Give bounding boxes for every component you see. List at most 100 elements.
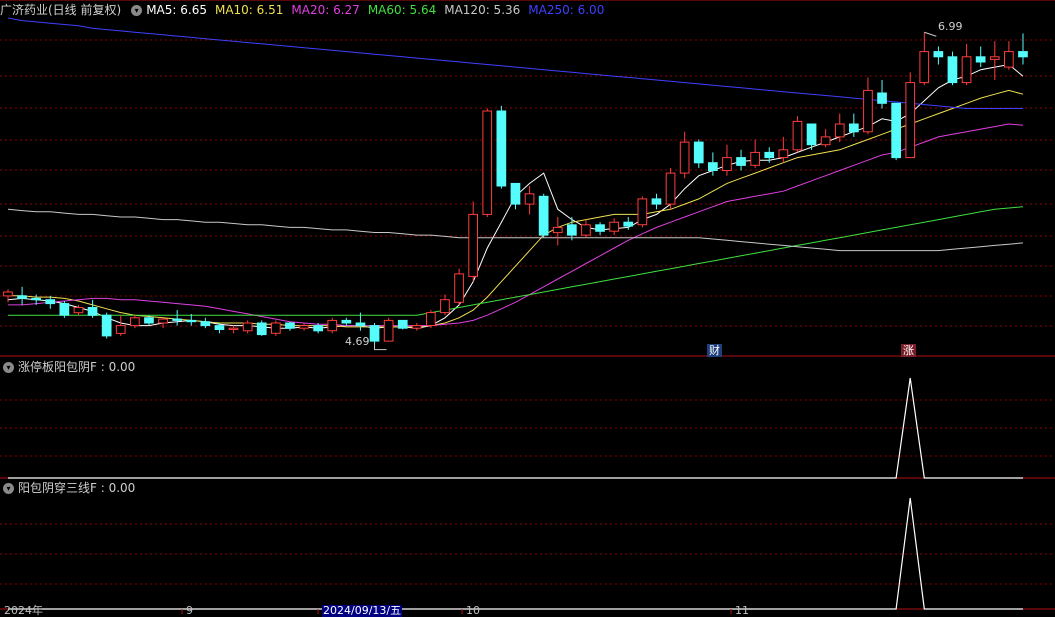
candle[interactable]: [947, 51, 958, 86]
candle[interactable]: [172, 310, 183, 326]
candle-body: [17, 295, 27, 299]
candle-body: [778, 149, 789, 159]
candle[interactable]: [736, 149, 746, 171]
candle[interactable]: [242, 320, 253, 334]
candle-body: [1018, 51, 1028, 58]
candle-body: [961, 56, 972, 84]
candle[interactable]: [552, 217, 563, 246]
low-pointer: [374, 343, 387, 351]
candle-body: [891, 102, 901, 159]
candle[interactable]: [891, 102, 901, 161]
candle[interactable]: [595, 222, 605, 236]
candle[interactable]: [468, 201, 478, 282]
candle[interactable]: [693, 139, 704, 168]
candle[interactable]: [327, 317, 338, 334]
ma-legend-2: MA20: 6.27: [291, 3, 360, 17]
candle[interactable]: [609, 218, 619, 236]
candle[interactable]: [1004, 41, 1014, 70]
chevron-down-icon[interactable]: ▾: [131, 4, 143, 16]
candle[interactable]: [369, 322, 380, 344]
low-price-label: 4.69: [345, 335, 370, 348]
candle-body: [130, 317, 140, 327]
candle[interactable]: [59, 301, 70, 318]
candle[interactable]: [426, 310, 436, 329]
chevron-down-icon[interactable]: ▾: [3, 482, 14, 494]
candle[interactable]: [256, 320, 267, 336]
candle[interactable]: [397, 319, 408, 330]
candle-body: [581, 224, 591, 236]
limit-up-badge[interactable]: 涨: [901, 344, 916, 357]
candle[interactable]: [778, 136, 789, 163]
candle[interactable]: [496, 105, 507, 189]
candle[interactable]: [482, 108, 493, 218]
candle[interactable]: [651, 193, 662, 210]
ma-line-ma120: [7, 208, 1024, 252]
candle-body: [975, 56, 986, 63]
candle[interactable]: [849, 113, 859, 137]
candle-body: [863, 89, 873, 133]
candle[interactable]: [440, 294, 450, 316]
candle-body: [426, 312, 436, 327]
stock-chart[interactable]: [0, 0, 1055, 617]
candle[interactable]: [877, 80, 887, 109]
candle[interactable]: [115, 315, 126, 336]
candle-body: [214, 325, 225, 331]
chevron-down-icon[interactable]: ▾: [3, 361, 14, 373]
main-header: 广济药业(日线 前复权) ▾ MA5: 6.65 MA10: 6.51 MA20: …: [0, 1, 612, 19]
candle-body: [31, 297, 41, 301]
candle[interactable]: [1018, 33, 1028, 65]
candle[interactable]: [961, 43, 972, 86]
candle[interactable]: [975, 46, 986, 68]
finance-badge[interactable]: 财: [707, 344, 722, 357]
xaxis-label-sep: 9: [186, 604, 193, 617]
candle[interactable]: [524, 186, 535, 215]
ma-legend-3: MA60: 5.64: [367, 3, 437, 17]
candle-body: [383, 319, 394, 342]
candle-body: [552, 226, 563, 234]
candle[interactable]: [538, 193, 549, 238]
candle[interactable]: [341, 317, 352, 326]
candle-body: [327, 319, 338, 332]
candle[interactable]: [285, 321, 295, 331]
candle[interactable]: [989, 41, 1000, 81]
panel3-title: 阳包阴穿三线F : 0.00: [18, 481, 136, 495]
candle-body: [919, 51, 930, 84]
candle-body: [256, 322, 267, 336]
candle[interactable]: [299, 322, 309, 331]
candle[interactable]: [411, 322, 422, 331]
candle[interactable]: [722, 144, 732, 176]
candle[interactable]: [863, 77, 873, 135]
candle[interactable]: [510, 182, 521, 210]
candle-body: [299, 325, 309, 329]
candle-body: [905, 82, 916, 159]
ma-legend-5: MA250: 6.00: [528, 3, 605, 17]
candle-body: [87, 307, 98, 316]
candle-body: [228, 327, 239, 331]
candle[interactable]: [665, 167, 676, 210]
candle-body: [806, 123, 817, 146]
candle[interactable]: [17, 286, 27, 305]
candle[interactable]: [271, 320, 281, 336]
candle[interactable]: [200, 317, 211, 329]
candle[interactable]: [637, 196, 648, 228]
candle[interactable]: [454, 268, 464, 305]
candle[interactable]: [933, 46, 944, 65]
candle[interactable]: [750, 139, 760, 168]
candle[interactable]: [567, 217, 577, 241]
candle[interactable]: [228, 325, 239, 334]
candle[interactable]: [820, 129, 831, 148]
candle-body: [440, 299, 450, 314]
candle[interactable]: [679, 131, 690, 179]
candle[interactable]: [3, 289, 13, 303]
candle[interactable]: [792, 116, 803, 153]
candle[interactable]: [905, 72, 916, 159]
panel2-header: ▾ 涨停板阳包阴F : 0.00: [0, 358, 141, 376]
candle[interactable]: [87, 299, 98, 318]
candle[interactable]: [581, 219, 591, 238]
candle[interactable]: [101, 312, 112, 339]
candle[interactable]: [383, 317, 394, 342]
candle[interactable]: [158, 317, 168, 329]
candle-body: [708, 162, 718, 171]
xaxis-label-selected-date[interactable]: 2024/09/13/五: [322, 605, 403, 617]
candle-body: [200, 321, 211, 327]
